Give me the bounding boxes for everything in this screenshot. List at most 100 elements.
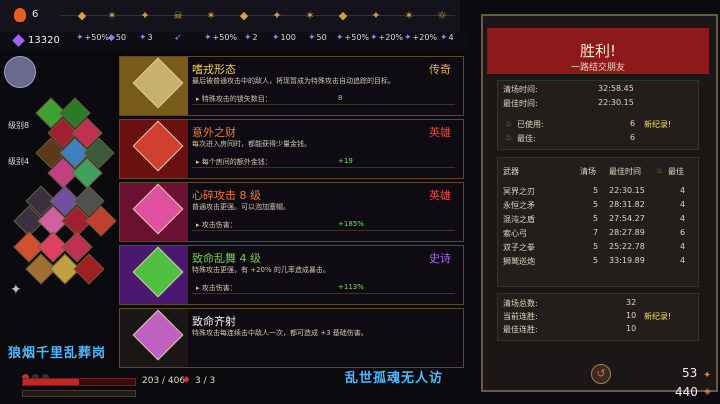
weapon-clears: 5 bbox=[593, 214, 599, 223]
boon-row[interactable]: 致命齐射 特殊攻击每连续击中敌人一次，都可造成 +3 基础伤害。 bbox=[119, 308, 464, 368]
stat-6: ✦2 bbox=[244, 33, 258, 43]
boon-row[interactable]: 嗜戎形态 传奇 最后被普通攻击中的敌人，将现暂成为特殊攻击自动追踪的目标。 ▸ … bbox=[119, 56, 464, 116]
boon-stat-label: ▸ 特殊攻击的锁矢数目： bbox=[196, 95, 272, 103]
current-streak-value: 10 bbox=[626, 311, 637, 320]
col-best: 最佳 bbox=[668, 167, 684, 176]
key-count: 440 bbox=[675, 385, 698, 399]
boon-desc: 最后被普通攻击中的敌人，将现暂成为特殊攻击自动追踪的目标。 bbox=[192, 77, 395, 85]
health-bar bbox=[22, 378, 136, 386]
weapon-clears: 5 bbox=[593, 256, 599, 265]
death-defiance-icon: ♦ bbox=[182, 375, 191, 386]
boon-row[interactable]: 致命乱舞 4 级 史诗 特殊攻击更强，有 +20% 的几率造成暴击。 ▸ 攻击伤… bbox=[119, 245, 464, 305]
stat-11: ✦+20% bbox=[404, 33, 438, 43]
col-weapon: 武器 bbox=[503, 167, 519, 176]
health-bar-fill bbox=[23, 379, 79, 385]
weapon-best: 4 bbox=[680, 186, 686, 195]
gem-icon bbox=[12, 34, 25, 47]
level-label-1: 级别8 bbox=[8, 121, 30, 130]
weapon-time: 27:54.27 bbox=[609, 214, 645, 223]
level-label-2: 级别4 bbox=[8, 157, 30, 166]
weapon-time: 25:22.78 bbox=[609, 242, 645, 251]
boon-rarity: 传奇 bbox=[429, 63, 451, 76]
col-best-time: 最佳时间 bbox=[609, 167, 641, 176]
stat-3: ✦3 bbox=[139, 33, 153, 43]
stat-1: ✦+50% bbox=[76, 33, 110, 43]
boon-stat-value: +185% bbox=[338, 220, 364, 228]
boon-title: 致命齐射 bbox=[192, 315, 236, 328]
star-icon: ✦ bbox=[10, 282, 22, 298]
boon-icon-2: ✶ bbox=[107, 9, 117, 22]
weapon-best: 6 bbox=[680, 228, 686, 237]
shield-bar bbox=[22, 390, 136, 397]
stat-5: ✦+50% bbox=[204, 33, 238, 43]
weapon-clears: 5 bbox=[593, 200, 599, 209]
stat-2: ◆50 bbox=[108, 33, 127, 43]
top-bar: 6 ◆ ✶ ✦ ☠ ✶ ◆ ✦ ✶ ◆ ✦ ✶ ☼ bbox=[0, 0, 460, 33]
used-value: 6 bbox=[630, 119, 636, 128]
stat-7: ✦100 bbox=[272, 33, 296, 43]
boon-stat-value: +113% bbox=[338, 283, 364, 291]
boon-icon-4: ☠ bbox=[173, 9, 183, 22]
divider bbox=[192, 293, 455, 294]
boon-icon-3: ✦ bbox=[140, 9, 150, 22]
boon-row[interactable]: 意外之财 英雄 每次进入房间时，都能获得少量金钱。 ▸ 每个房间的额外金钱： +… bbox=[119, 119, 464, 179]
divider bbox=[192, 167, 455, 168]
boon-icon-7: ✦ bbox=[272, 9, 282, 22]
boon-desc: 普通攻击更强。可以泡加塞帽。 bbox=[192, 203, 290, 211]
heat-icon: ♨ bbox=[505, 133, 513, 142]
keepsake-slot-line bbox=[60, 15, 455, 16]
best-label: 最佳: bbox=[517, 134, 536, 143]
best-time-label: 最佳时间: bbox=[503, 99, 538, 108]
boon-tray: 级别8 级别4 ✦ bbox=[0, 50, 117, 370]
clear-time-value: 32:58.45 bbox=[598, 84, 634, 93]
boon-rarity: 英雄 bbox=[429, 189, 451, 202]
heat-icon: ♨ bbox=[505, 119, 513, 128]
boon-stat-value: +19 bbox=[338, 157, 353, 165]
stat-8: ✦50 bbox=[308, 33, 327, 43]
total-clears-label: 清场总数: bbox=[503, 299, 538, 308]
weapon-clears: 5 bbox=[593, 186, 599, 195]
victory-title: 胜利! bbox=[579, 42, 616, 60]
boon-icon-12: ☼ bbox=[437, 9, 447, 22]
darkness-icon bbox=[14, 8, 26, 22]
boon-desc: 特殊攻击更强，有 +20% 的几率造成暴击。 bbox=[192, 266, 330, 274]
boon-icon-8: ✶ bbox=[305, 9, 315, 22]
health-text: 203 / 406 bbox=[142, 376, 186, 386]
current-streak-label: 当前连胜: bbox=[503, 312, 538, 321]
divider bbox=[192, 104, 455, 105]
victory-subtitle: 一路结交朋友 bbox=[570, 63, 625, 73]
gem-count: 13320 bbox=[28, 35, 60, 46]
boon-row[interactable]: 心碎攻击 8 级 英雄 普通攻击更强。可以泡加塞帽。 ▸ 攻击伤害： +185% bbox=[119, 182, 464, 242]
clear-time-label: 清场时间: bbox=[503, 85, 538, 94]
boon-title: 嗜戎形态 bbox=[192, 63, 236, 76]
weapon-best: 4 bbox=[680, 214, 686, 223]
weapon-clears: 7 bbox=[593, 228, 599, 237]
boon-desc: 特殊攻击每连续击中敌人一次，都可造成 +3 基础伤害。 bbox=[192, 329, 368, 337]
boon-stat-label: ▸ 攻击伤害： bbox=[196, 221, 237, 229]
weapon-best: 4 bbox=[680, 200, 686, 209]
boon-icon-5: ✶ bbox=[206, 9, 216, 22]
col-clears: 清场 bbox=[580, 167, 596, 176]
boon-icon-1: ◆ bbox=[77, 9, 87, 22]
keepsake-portrait[interactable] bbox=[4, 56, 36, 88]
best-value: 6 bbox=[630, 133, 636, 142]
stat-bar: 13320 ✦+50% ◆50 ✦3 ➶ ✦+50% ✦2 ✦100 ✦50 ✦… bbox=[0, 32, 470, 50]
darkness-count: 6 bbox=[32, 9, 39, 20]
boon-stat-value: 8 bbox=[338, 94, 343, 102]
total-clears-value: 32 bbox=[626, 298, 637, 307]
stat-12: ✦4 bbox=[440, 33, 454, 43]
boon-close-icon: ✦ bbox=[703, 370, 712, 381]
location-label-left: 狼烟千里乱葬岗 bbox=[8, 346, 107, 361]
weapon-name: 混沌之盾 bbox=[503, 215, 535, 224]
heat-icon: ♨ bbox=[656, 166, 664, 175]
weapon-time: 22:30.15 bbox=[609, 186, 645, 195]
location-label-right: 乱世孤魂无人访 bbox=[345, 371, 444, 386]
boon-title: 意外之财 bbox=[192, 126, 236, 139]
back-button[interactable]: ↺ bbox=[591, 364, 611, 384]
boon-icon-6: ◆ bbox=[239, 9, 249, 22]
new-record-badge: 新纪录! bbox=[644, 312, 672, 321]
victory-banner: 胜利! 一路结交朋友 bbox=[487, 28, 709, 74]
weapon-name: 冥界之刃 bbox=[503, 187, 535, 196]
boon-title: 心碎攻击 8 级 bbox=[192, 189, 261, 202]
boon-icon-9: ◆ bbox=[338, 9, 348, 22]
